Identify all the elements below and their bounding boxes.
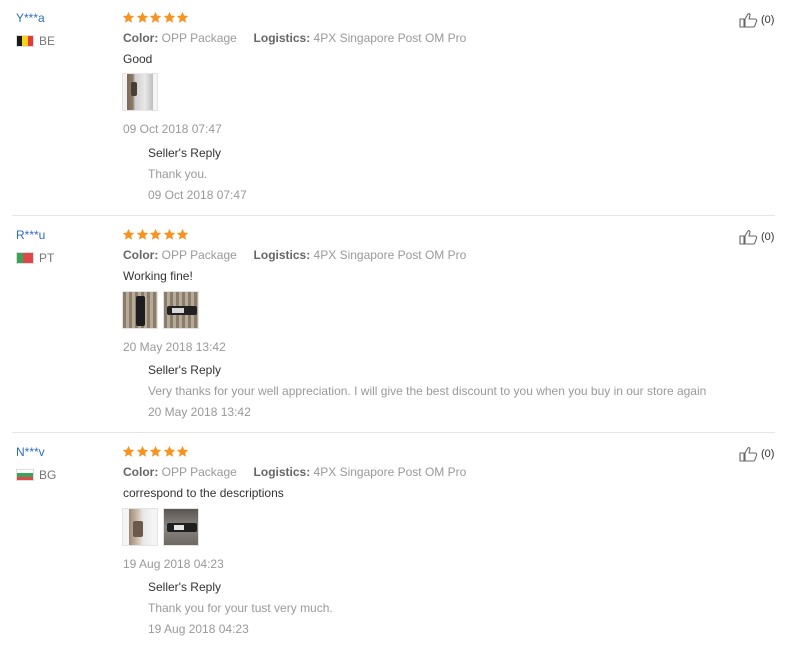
review-divider xyxy=(12,432,775,433)
star-icon xyxy=(122,11,135,23)
star-icon xyxy=(122,228,135,240)
review-comment: Working fine! xyxy=(123,269,193,283)
country-code: BE xyxy=(39,34,56,48)
flag-icon-pt xyxy=(16,252,34,264)
review-photo-thumbnail[interactable] xyxy=(122,73,158,111)
helpful-button[interactable]: (0) xyxy=(739,229,774,245)
star-icon xyxy=(163,445,175,457)
star-icon xyxy=(163,11,175,23)
reviewer-country: PT xyxy=(16,251,54,265)
star-icon xyxy=(136,445,148,457)
review-divider xyxy=(12,215,775,216)
reviewer-name[interactable]: N***v xyxy=(16,445,45,459)
flag-icon-bg xyxy=(16,469,34,481)
star-icon xyxy=(122,445,135,457)
seller-reply-text: Very thanks for your well appreciation. … xyxy=(148,384,707,398)
color-value: OPP Package xyxy=(161,248,237,262)
star-icon xyxy=(149,11,162,23)
color-value: OPP Package xyxy=(161,31,237,45)
country-code: BG xyxy=(39,468,57,482)
seller-reply-title: Seller's Reply xyxy=(148,363,221,377)
helpful-count: (0) xyxy=(761,231,775,243)
seller-reply-text: Thank you for your tust very much. xyxy=(148,601,333,615)
logistics-value: 4PX Singapore Post OM Pro xyxy=(313,465,467,479)
seller-reply-text: Thank you. xyxy=(148,167,208,181)
review-photos xyxy=(122,73,163,111)
review-meta: Color: OPP Package Logistics: 4PX Singap… xyxy=(123,31,466,45)
reviewer-country: BG xyxy=(16,468,56,482)
logistics-value: 4PX Singapore Post OM Pro xyxy=(313,248,467,262)
reviewer-country: BE xyxy=(16,34,55,48)
logistics-label: Logistics: xyxy=(253,465,311,479)
star-rating xyxy=(122,445,190,458)
review-comment: Good xyxy=(123,52,153,66)
review-date: 19 Aug 2018 04:23 xyxy=(123,557,224,571)
star-rating xyxy=(122,228,190,241)
star-icon xyxy=(176,11,189,23)
seller-reply-title: Seller's Reply xyxy=(148,580,221,594)
reviewer-name[interactable]: Y***a xyxy=(16,11,45,25)
star-icon xyxy=(149,445,162,457)
color-label: Color: xyxy=(123,248,159,262)
review-photo-thumbnail[interactable] xyxy=(122,291,158,329)
helpful-button[interactable]: (0) xyxy=(739,12,774,28)
color-label: Color: xyxy=(123,31,159,45)
thumbs-up-icon xyxy=(739,230,758,245)
thumbs-up-icon xyxy=(739,13,758,28)
review-comment: correspond to the descriptions xyxy=(123,486,284,500)
reviewer-name[interactable]: R***u xyxy=(16,228,45,242)
review-photo-thumbnail[interactable] xyxy=(163,291,199,329)
logistics-label: Logistics: xyxy=(253,31,311,45)
review-photos xyxy=(122,508,204,546)
review-date: 09 Oct 2018 07:47 xyxy=(123,122,222,136)
helpful-count: (0) xyxy=(761,448,775,460)
seller-reply-date: 09 Oct 2018 07:47 xyxy=(148,188,247,202)
star-icon xyxy=(176,228,189,240)
color-label: Color: xyxy=(123,465,159,479)
helpful-button[interactable]: (0) xyxy=(739,446,774,462)
country-code: PT xyxy=(39,251,55,265)
seller-reply-date: 19 Aug 2018 04:23 xyxy=(148,622,249,636)
review-photo-thumbnail[interactable] xyxy=(122,508,158,546)
seller-reply-date: 20 May 2018 13:42 xyxy=(148,405,251,419)
logistics-label: Logistics: xyxy=(253,248,311,262)
review-meta: Color: OPP Package Logistics: 4PX Singap… xyxy=(123,248,466,262)
star-rating xyxy=(122,11,190,24)
star-icon xyxy=(163,228,175,240)
review-photo-thumbnail[interactable] xyxy=(163,508,199,546)
star-icon xyxy=(149,228,162,240)
review-photos xyxy=(122,291,204,329)
helpful-count: (0) xyxy=(761,14,775,26)
flag-icon-be xyxy=(16,35,34,47)
review-meta: Color: OPP Package Logistics: 4PX Singap… xyxy=(123,465,466,479)
star-icon xyxy=(136,228,148,240)
star-icon xyxy=(176,445,189,457)
review-date: 20 May 2018 13:42 xyxy=(123,340,226,354)
color-value: OPP Package xyxy=(161,465,237,479)
thumbs-up-icon xyxy=(739,447,758,462)
star-icon xyxy=(136,11,148,23)
logistics-value: 4PX Singapore Post OM Pro xyxy=(313,31,467,45)
seller-reply-title: Seller's Reply xyxy=(148,146,221,160)
